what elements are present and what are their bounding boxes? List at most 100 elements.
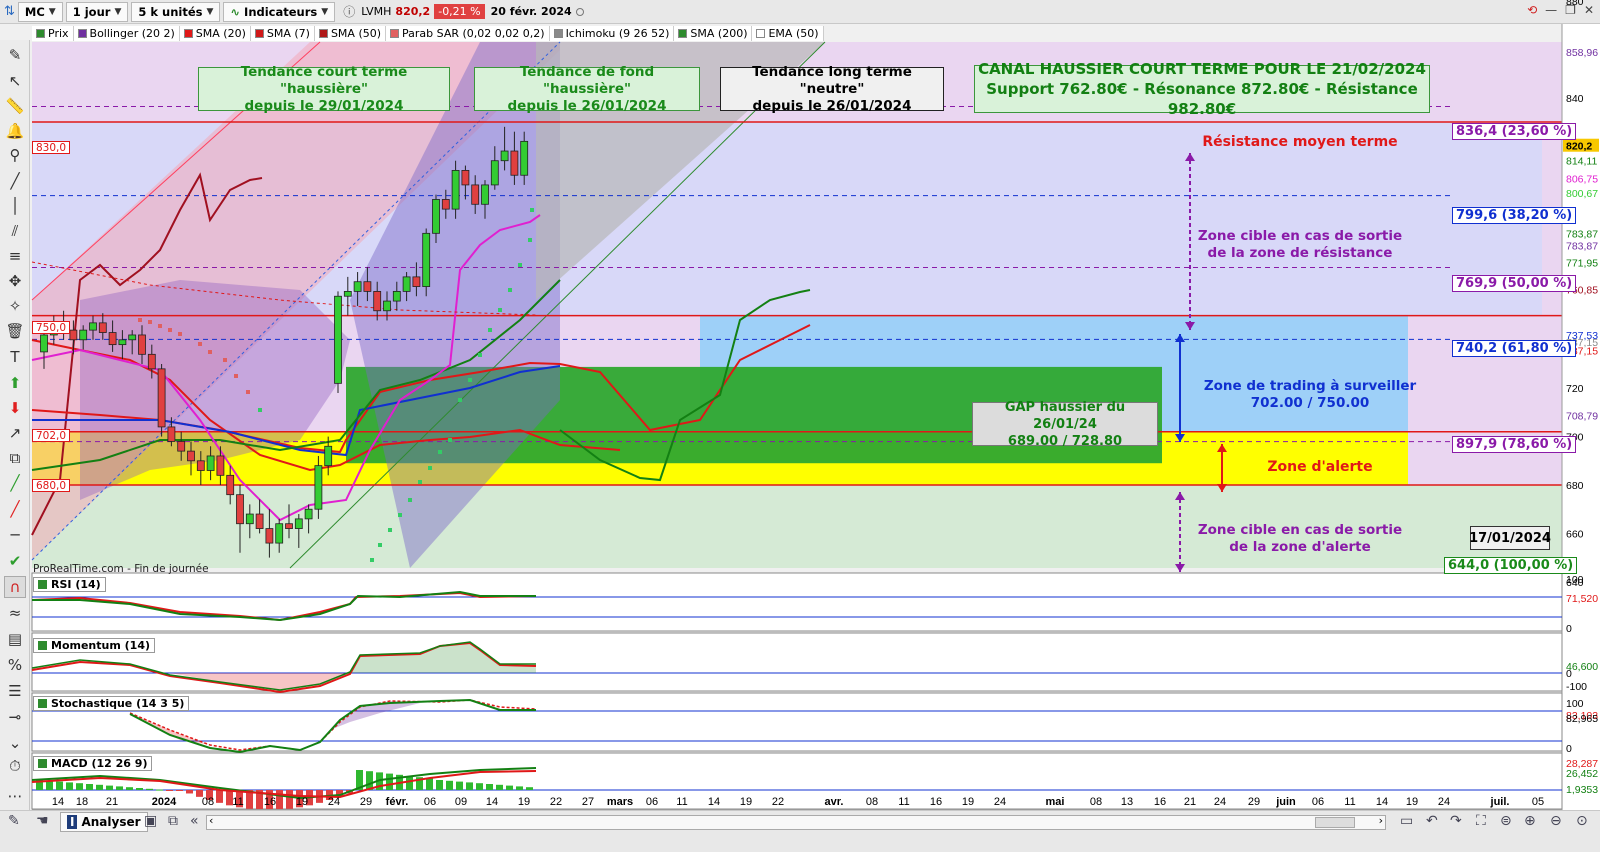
sar-dot (178, 332, 182, 336)
candle-body (285, 523, 293, 529)
osc-tick-label: 100 (1566, 698, 1584, 710)
candle-body (334, 295, 342, 384)
trend-long-box[interactable]: Tendance long terme "neutre" depuis le 2… (720, 64, 944, 114)
macd-histogram-bar (526, 787, 533, 790)
candle-body (167, 426, 176, 442)
fib-label-500: 769,9 (50,00 %) (1452, 275, 1577, 292)
zoom-fit-icon[interactable]: ⊜ (1500, 813, 1512, 829)
macd-histogram-bar (126, 787, 133, 790)
x-tick-label: 19 (962, 796, 974, 808)
x-tick-label: 24 (1214, 796, 1226, 808)
x-tick-label: févr. (386, 796, 409, 808)
macd-histogram-bar (56, 781, 63, 790)
sar-dot (408, 498, 412, 502)
pane-title-macd[interactable]: MACD (12 26 9) (33, 756, 153, 771)
macd-histogram-bar (146, 788, 153, 790)
chart-layout-icon[interactable]: ⧉ (168, 813, 178, 829)
x-tick-label: 14 (708, 796, 720, 808)
sar-dot (258, 408, 262, 412)
x-tick-label: 29 (360, 796, 372, 808)
scrollbar-thumb[interactable] (1315, 817, 1355, 828)
rsi-swatch (38, 580, 47, 589)
candle-body (79, 329, 88, 341)
candle-body (363, 281, 372, 292)
macd-histogram-bar (186, 790, 193, 794)
pane-title-stoch[interactable]: Stochastique (14 3 5) (33, 696, 190, 711)
macd-histogram-bar (116, 786, 123, 790)
sar-dot (448, 438, 452, 442)
analyser-button[interactable]: I Analyser (60, 812, 148, 832)
candle-body (216, 455, 225, 476)
pane-title-momentum[interactable]: Momentum (14) (33, 638, 155, 653)
scroll-right-icon[interactable]: › (1379, 814, 1383, 827)
x-tick-label: 09 (455, 796, 467, 808)
osc-tick-label: 71,520 (1566, 593, 1598, 605)
date-box[interactable]: 17/01/2024 (1469, 526, 1551, 550)
candle-body (236, 494, 244, 525)
zoom-in-icon[interactable]: ⊕ (1524, 813, 1536, 829)
double-chevron-left-icon[interactable]: « (190, 813, 199, 829)
scroll-left-icon[interactable]: ‹ (209, 814, 213, 827)
x-tick-label: 06 (424, 796, 436, 808)
macd-histogram-bar (406, 776, 413, 790)
x-tick-label: 14 (486, 796, 498, 808)
candle-body (441, 199, 450, 210)
x-tick-label: 24 (994, 796, 1006, 808)
chat-icon[interactable]: ▣ (144, 813, 157, 829)
y-tick-label: 783,87 (1566, 229, 1598, 241)
osc-tick-label: 1,9353 (1566, 784, 1598, 796)
pane-title-rsi[interactable]: RSI (14) (33, 577, 106, 592)
alert-zone-label: Zone d'alerte (1267, 458, 1373, 475)
target-up-line1: Zone cible en cas de sortie (1197, 228, 1403, 244)
sar-dot (223, 358, 227, 362)
macd-histogram-bar (436, 780, 443, 790)
redo-icon[interactable]: ↷ (1450, 813, 1462, 829)
x-tick-label: 14 (52, 796, 64, 808)
price-tag-702: 702,0 (32, 429, 71, 442)
candle-body (304, 508, 313, 520)
candle-body (422, 232, 431, 287)
x-tick-label: 06 (646, 796, 658, 808)
trading-app: ⇅ MC ▼ 1 jour ▼ 5 k unités ▼ ∿ Indicateurs ▼ … (0, 0, 1600, 852)
fib-label-618: 740,2 (61,80 %) (1452, 340, 1577, 357)
candle-body (245, 513, 254, 525)
candle-body (451, 169, 460, 210)
x-tick-label: 13 (1121, 796, 1133, 808)
trend-short-box[interactable]: Tendance court terme "haussière" depuis … (198, 63, 450, 114)
zoom-out-icon[interactable]: ⊖ (1550, 813, 1562, 829)
candle-body (481, 184, 489, 205)
horizontal-scrollbar[interactable]: ‹ › (206, 814, 1386, 830)
price-chart[interactable]: 880 858,96 840 820,2 814,11 806,75 800,67 783,8… (0, 0, 1600, 852)
sar-dot (478, 353, 482, 357)
candle-body (275, 523, 284, 544)
trend-mid-box[interactable]: Tendance de fond "haussière" depuis le 2… (474, 64, 700, 114)
macd-histogram-bar (276, 790, 283, 810)
macd-histogram-bar (466, 782, 473, 790)
x-tick-label: 21 (106, 796, 118, 808)
x-tick-label: 05 (1532, 796, 1544, 808)
y-tick-label: 858,96 (1566, 47, 1598, 59)
undo-icon[interactable]: ↶ (1426, 813, 1438, 829)
sar-dot (518, 263, 522, 267)
candle-body (108, 332, 117, 346)
channel-box[interactable]: CANAL HAUSSIER COURT TERME POUR LE 21/02… (974, 60, 1430, 118)
x-tick-label: 11 (898, 796, 909, 808)
zoom-reset-icon[interactable]: ⊙ (1576, 813, 1588, 829)
gap-box[interactable]: GAP haussier du 26/01/24 689.00 / 728.80 (972, 400, 1158, 449)
draw-tool-icon[interactable]: ✎ (8, 813, 20, 829)
hand-icon[interactable]: ☚ (36, 813, 49, 829)
screen-icon[interactable]: ▭ (1400, 813, 1413, 829)
macd-histogram-bar (86, 784, 93, 790)
trend-mid-line2: depuis le 26/01/2024 (507, 97, 667, 114)
trend-short-line2: depuis le 29/01/2024 (244, 97, 404, 114)
pane-rsi (31, 572, 1563, 632)
x-tick-label: 19 (518, 796, 530, 808)
trend-short-line1: Tendance court terme "haussière" (240, 63, 408, 97)
fullscreen-icon[interactable]: ⛶ (1476, 813, 1486, 829)
macd-histogram-bar (456, 781, 463, 790)
target-down-line2: de la zone d'alerte (1229, 539, 1371, 555)
sar-dot (488, 328, 492, 332)
osc-tick-label: 0 (1566, 668, 1572, 680)
y-tick-label: 820,2 (1566, 141, 1592, 153)
osc-tick-label: 26,452 (1566, 768, 1598, 780)
